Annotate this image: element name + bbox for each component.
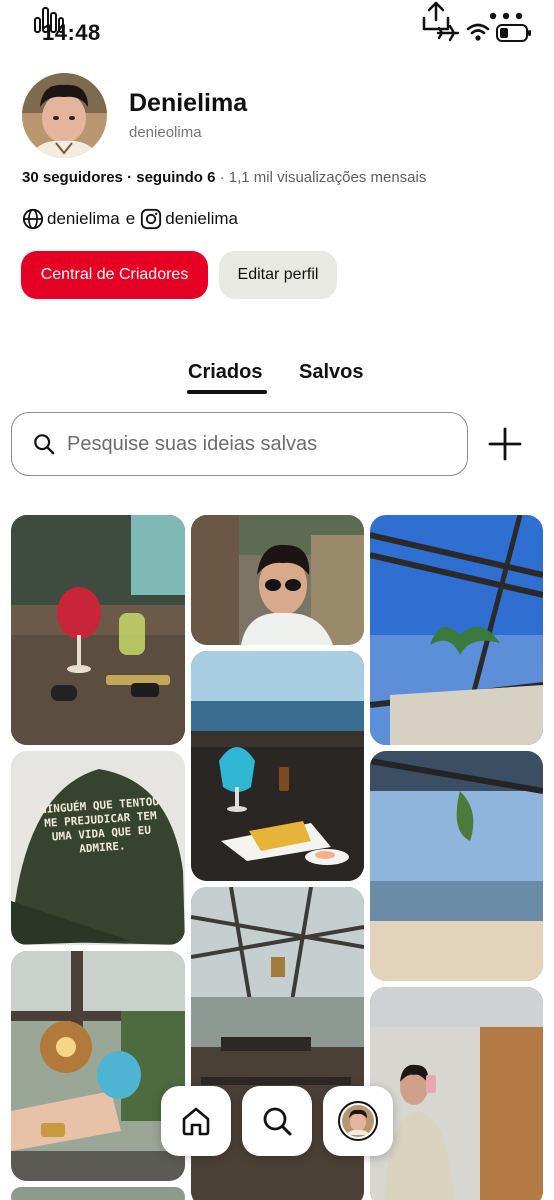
creators-hub-button[interactable]: Central de Criadores xyxy=(21,251,208,299)
search-icon xyxy=(263,1107,292,1136)
battery-icon xyxy=(496,24,531,42)
tab-criados[interactable]: Criados xyxy=(188,361,262,384)
links-joiner: e xyxy=(125,209,136,228)
pin-selfie-sunglasses[interactable] xyxy=(191,515,364,645)
active-tab-indicator xyxy=(187,390,267,394)
pin-drinks-on-table[interactable] xyxy=(11,515,185,745)
plus-icon[interactable] xyxy=(488,427,522,461)
nav-profile-button[interactable] xyxy=(323,1086,393,1156)
pin-beach-view[interactable] xyxy=(370,751,543,981)
globe-icon xyxy=(22,208,44,230)
status-bar: 14:48 xyxy=(0,0,554,50)
pin-fries-beach[interactable] xyxy=(191,651,364,881)
nav-home-button[interactable] xyxy=(161,1086,231,1156)
profile-name: Denielima xyxy=(129,89,248,117)
bottom-nav xyxy=(161,1086,393,1156)
status-time: 14:48 xyxy=(42,20,101,45)
more-dots-icon xyxy=(489,12,523,20)
profile-avatar-icon xyxy=(338,1101,378,1141)
followers-count[interactable]: 30 seguidores xyxy=(22,169,123,186)
edit-profile-button[interactable]: Editar perfil xyxy=(219,251,337,299)
pin-blue-drink-lamp[interactable] xyxy=(11,951,185,1181)
profile-handle: denieolima xyxy=(129,124,202,141)
nav-search-button[interactable] xyxy=(242,1086,312,1156)
pin-palm-canopy[interactable] xyxy=(370,515,543,745)
profile-links: denielima e denielima xyxy=(22,206,238,232)
search-bar[interactable] xyxy=(11,412,468,476)
pin-mirror-selfie[interactable] xyxy=(370,987,543,1200)
instagram-link[interactable]: denielima xyxy=(165,209,238,229)
monthly-views: 1,1 mil visualizações mensais xyxy=(228,169,427,186)
airplane-icon xyxy=(436,24,460,42)
pin-partial[interactable] xyxy=(11,1187,185,1200)
wifi-icon xyxy=(466,23,490,41)
profile-avatar[interactable] xyxy=(22,73,107,158)
search-input[interactable] xyxy=(67,432,447,456)
home-icon xyxy=(182,1107,210,1136)
profile-stats: 30 seguidores · seguindo 6 · 1,1 mil vis… xyxy=(22,169,427,186)
tab-salvos[interactable]: Salvos xyxy=(299,361,363,384)
search-icon xyxy=(34,434,55,455)
instagram-icon xyxy=(141,208,162,230)
following-count[interactable]: seguindo 6 xyxy=(136,169,215,186)
pin-green-cap[interactable]: NINGUÉM QUE TENTOU ME PREJUDICAR TEM UMA… xyxy=(11,751,185,945)
website-link[interactable]: denielima xyxy=(47,209,120,229)
